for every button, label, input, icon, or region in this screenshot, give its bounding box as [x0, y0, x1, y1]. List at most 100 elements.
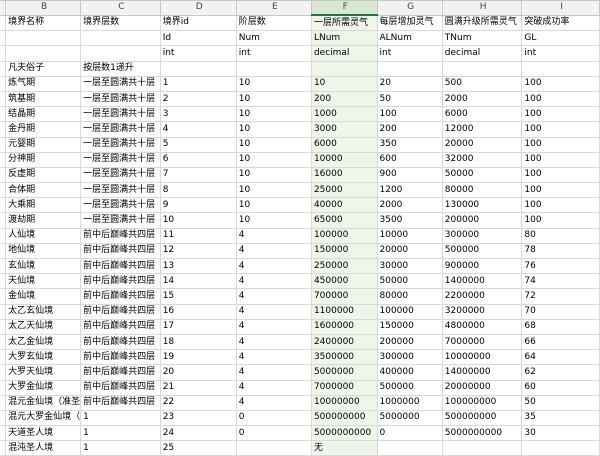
cell-c[interactable]: 一层至圆满共十层: [80, 182, 161, 199]
cell-f[interactable]: [310, 60, 378, 77]
cell-f[interactable]: 65000: [310, 212, 378, 229]
column-header-d[interactable]: D: [159, 0, 237, 16]
cell-c[interactable]: 前中后巅峰共四层: [80, 394, 161, 411]
cell-b[interactable]: 太乙天仙境: [5, 318, 82, 335]
cell-c[interactable]: 一层至圆满共十层: [80, 166, 161, 184]
cell-c[interactable]: 前中后巅峰共四层: [80, 349, 161, 366]
cell-e[interactable]: 4: [235, 303, 312, 320]
cell-i[interactable]: 50: [521, 394, 600, 411]
cell-i[interactable]: 100: [521, 182, 600, 199]
cell-e[interactable]: 10: [235, 212, 312, 229]
cell-e[interactable]: 阶层数: [235, 14, 312, 32]
cell-g[interactable]: 400000: [376, 364, 443, 381]
cell-h[interactable]: 4800000: [441, 318, 523, 335]
cell-g[interactable]: 350: [376, 136, 443, 153]
cell-b[interactable]: 太乙金仙境: [5, 333, 82, 351]
cell-i[interactable]: int: [521, 45, 600, 62]
cell-e[interactable]: 4: [235, 257, 312, 275]
cell-e[interactable]: 0: [235, 409, 312, 427]
cell-b[interactable]: 大罗玄仙境: [5, 349, 82, 366]
cell-d[interactable]: 25: [159, 440, 237, 456]
cell-b[interactable]: 金仙境: [5, 288, 82, 305]
cell-c[interactable]: 一层至圆满共十层: [80, 197, 161, 214]
cell-h[interactable]: 12000: [441, 121, 523, 138]
cell-b[interactable]: 大罗金仙境: [5, 379, 82, 396]
cell-g[interactable]: 0: [376, 425, 443, 442]
cell-e[interactable]: 10: [235, 182, 312, 199]
cell-i[interactable]: [521, 60, 600, 77]
cell-c[interactable]: 前中后巅峰共四层: [80, 257, 161, 275]
cell-f[interactable]: 1100000: [310, 303, 378, 320]
cell-f[interactable]: 3000: [310, 121, 378, 138]
cell-d[interactable]: 17: [159, 318, 237, 335]
cell-f[interactable]: 150000: [310, 242, 378, 260]
cell-e[interactable]: 4: [235, 394, 312, 411]
cell-c[interactable]: [80, 45, 161, 62]
cell-f[interactable]: 450000: [310, 273, 378, 290]
cell-c[interactable]: 前中后巅峰共四层: [80, 273, 161, 290]
cell-i[interactable]: 100: [521, 197, 600, 214]
cell-i[interactable]: 100: [521, 151, 600, 168]
cell-f[interactable]: 25000: [310, 182, 378, 199]
cell-e[interactable]: 4: [235, 349, 312, 366]
cell-g[interactable]: 900: [376, 166, 443, 184]
cell-d[interactable]: 4: [159, 121, 237, 138]
cell-i[interactable]: 70: [521, 303, 600, 320]
cell-f[interactable]: 1000: [310, 106, 378, 123]
cell-c[interactable]: 前中后巅峰共四层: [80, 379, 161, 396]
cell-i[interactable]: 74: [521, 273, 600, 290]
cell-h[interactable]: 6000: [441, 106, 523, 123]
cell-g[interactable]: 300000: [376, 349, 443, 366]
cell-d[interactable]: 10: [159, 212, 237, 229]
cell-g[interactable]: [376, 60, 443, 77]
cell-f[interactable]: 7000000: [310, 379, 378, 396]
cell-i[interactable]: GL: [521, 30, 600, 47]
cell-g[interactable]: ALNum: [376, 30, 443, 47]
cell-e[interactable]: 0: [235, 425, 312, 442]
cell-g[interactable]: 150000: [376, 318, 443, 335]
cell-g[interactable]: 30000: [376, 257, 443, 275]
cell-h[interactable]: 20000: [441, 136, 523, 153]
cell-d[interactable]: 境界id: [159, 14, 237, 32]
cell-h[interactable]: 圆满升级所需灵气: [441, 14, 523, 32]
cell-g[interactable]: [376, 440, 443, 456]
cell-h[interactable]: 500000000: [441, 409, 523, 427]
cell-c[interactable]: 一层至圆满共十层: [80, 75, 161, 92]
cell-h[interactable]: 14000000: [441, 364, 523, 381]
cell-e[interactable]: 4: [235, 288, 312, 305]
cell-c[interactable]: 前中后巅峰共四层: [80, 333, 161, 351]
cell-h[interactable]: decimal: [441, 45, 523, 62]
cell-d[interactable]: 20: [159, 364, 237, 381]
cell-e[interactable]: 4: [235, 333, 312, 351]
cell-c[interactable]: 前中后巅峰共四层: [80, 288, 161, 305]
cell-h[interactable]: 2000: [441, 90, 523, 108]
cell-i[interactable]: 60: [521, 379, 600, 396]
cell-f[interactable]: 10: [310, 75, 378, 92]
cell-f[interactable]: 250000: [310, 257, 378, 275]
cell-g[interactable]: 10000: [376, 227, 443, 244]
cell-g[interactable]: 80000: [376, 288, 443, 305]
cell-g[interactable]: 100: [376, 106, 443, 123]
cell-b[interactable]: 天仙境: [5, 273, 82, 290]
cell-c[interactable]: 一层至圆满共十层: [80, 90, 161, 108]
cell-i[interactable]: 72: [521, 288, 600, 305]
cell-i[interactable]: 62: [521, 364, 600, 381]
cell-g[interactable]: 每层增加灵气: [376, 14, 443, 32]
cell-f[interactable]: 16000: [310, 166, 378, 184]
cell-h[interactable]: 80000: [441, 182, 523, 199]
cell-d[interactable]: 12: [159, 242, 237, 260]
cell-d[interactable]: 3: [159, 106, 237, 123]
cell-g[interactable]: 1000000: [376, 394, 443, 411]
cell-i[interactable]: 80: [521, 227, 600, 244]
cell-c[interactable]: 一层至圆满共十层: [80, 212, 161, 229]
cell-e[interactable]: 4: [235, 273, 312, 290]
cell-i[interactable]: 100: [521, 121, 600, 138]
cell-g[interactable]: 200000: [376, 333, 443, 351]
cell-i[interactable]: 64: [521, 349, 600, 366]
cell-f[interactable]: 一层所需灵气: [310, 14, 378, 32]
cell-g[interactable]: 3500: [376, 212, 443, 229]
cell-g[interactable]: 100000: [376, 303, 443, 320]
cell-h[interactable]: 100000000: [441, 394, 523, 411]
cell-d[interactable]: 22: [159, 394, 237, 411]
cell-c[interactable]: [80, 30, 161, 47]
